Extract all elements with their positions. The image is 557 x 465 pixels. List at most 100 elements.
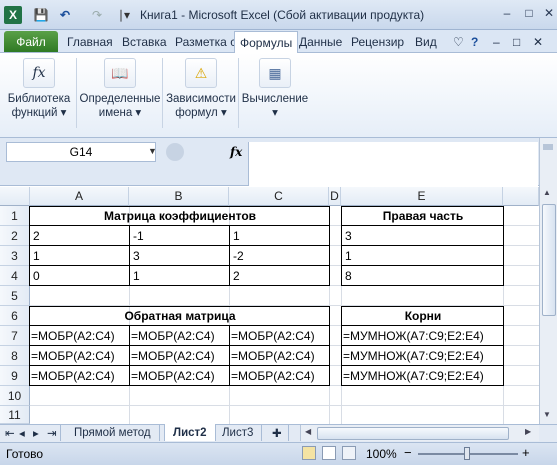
cell-c2[interactable]: 1 <box>230 226 330 246</box>
hscroll-thumb[interactable] <box>317 427 509 440</box>
redo-icon[interactable]: ↷ <box>88 6 106 24</box>
normal-view-icon[interactable] <box>302 446 316 460</box>
row-header[interactable]: 4 <box>0 266 30 286</box>
ribbon-minimize-button[interactable]: – <box>488 31 505 52</box>
cell-c9[interactable]: =МОБР(A2:C4) <box>230 366 330 386</box>
cell-c3[interactable]: -2 <box>230 246 330 266</box>
tab-page-layout[interactable]: Разметка с <box>170 31 241 52</box>
row-header[interactable]: 5 <box>0 286 30 306</box>
row-header[interactable]: 6 <box>0 306 30 326</box>
row-header[interactable]: 10 <box>0 386 30 406</box>
cell-e3[interactable]: 1 <box>342 246 504 266</box>
sheet-nav-next-icon[interactable]: ▸ <box>30 424 42 441</box>
cell-a8[interactable]: =МОБР(A2:C4) <box>30 346 130 366</box>
page-break-view-icon[interactable] <box>342 446 356 460</box>
zoom-slider-thumb[interactable] <box>464 447 470 460</box>
name-box-dropdown-icon[interactable]: ▼ <box>148 146 157 156</box>
tab-insert[interactable]: Вставка <box>117 31 172 52</box>
cell-a3[interactable]: 1 <box>30 246 130 266</box>
tab-review[interactable]: Рецензир <box>346 31 409 52</box>
close-button[interactable]: ✕ <box>538 4 557 22</box>
cell-c8[interactable]: =МОБР(A2:C4) <box>230 346 330 366</box>
maximize-button[interactable]: □ <box>518 4 540 22</box>
cell-a4[interactable]: 0 <box>30 266 130 286</box>
help-icon[interactable]: ? <box>466 31 483 52</box>
excel-logo-icon[interactable]: X <box>4 6 22 24</box>
new-sheet-icon[interactable]: ✚ <box>266 424 289 441</box>
cell-roots-title[interactable]: Корни <box>342 306 504 326</box>
ribbon-restore-button[interactable]: □ <box>508 31 525 52</box>
page-layout-view-icon[interactable] <box>322 446 336 460</box>
scroll-down-icon[interactable]: ▼ <box>543 410 551 419</box>
cell-e9[interactable]: =МУМНОЖ(A7:C9;E2:E4) <box>342 366 504 386</box>
cell-e7[interactable]: =МУМНОЖ(A7:C9;E2:E4) <box>342 326 504 346</box>
cell-b3[interactable]: 3 <box>130 246 230 266</box>
scroll-thumb[interactable] <box>542 204 556 316</box>
save-icon[interactable]: 💾 <box>32 6 50 24</box>
column-header-c[interactable]: C <box>229 187 329 206</box>
sheet-tab-list3[interactable]: Лист3 <box>214 424 263 441</box>
cell-inverse-title[interactable]: Обратная матрица <box>30 306 330 326</box>
select-all-corner[interactable] <box>0 187 30 206</box>
vertical-scrollbar[interactable]: ▲ ▼ <box>539 138 557 424</box>
sheet-tab-list2[interactable]: Лист2 <box>164 424 216 441</box>
minimize-button[interactable]: – <box>496 4 518 22</box>
column-header-a[interactable]: A <box>30 187 129 206</box>
cell-c4[interactable]: 2 <box>230 266 330 286</box>
tab-file[interactable]: Файл <box>4 31 58 52</box>
cell-b4[interactable]: 1 <box>130 266 230 286</box>
row-header[interactable]: 11 <box>0 406 30 424</box>
hscroll-right-icon[interactable]: ▶ <box>525 427 531 436</box>
cell-c7[interactable]: =МОБР(A2:C4) <box>230 326 330 346</box>
hscroll-left-icon[interactable]: ◀ <box>305 427 311 436</box>
formula-auditing-group[interactable]: ⚠ Зависимости формул ▾ <box>164 58 238 120</box>
cell-b8[interactable]: =МОБР(A2:C4) <box>130 346 230 366</box>
column-header-b[interactable]: B <box>129 187 229 206</box>
horizontal-scrollbar[interactable]: ◀ ▶ <box>300 425 539 441</box>
zoom-out-icon[interactable]: − <box>404 445 412 460</box>
customize-qat-icon[interactable]: ∣▾ <box>116 6 132 24</box>
scroll-split-handle[interactable] <box>543 144 553 150</box>
row-header[interactable]: 7 <box>0 326 30 346</box>
tab-formulas[interactable]: Формулы <box>234 31 299 54</box>
column-header-f[interactable] <box>503 187 539 206</box>
tab-view[interactable]: Вид <box>410 31 442 52</box>
zoom-level[interactable]: 100% <box>366 447 397 461</box>
cell-e4[interactable]: 8 <box>342 266 504 286</box>
insert-function-icon[interactable]: fx <box>230 145 242 159</box>
zoom-in-icon[interactable]: + <box>522 445 530 460</box>
tab-home[interactable]: Главная <box>62 31 118 52</box>
cell-b9[interactable]: =МОБР(A2:C4) <box>130 366 230 386</box>
cell-grid[interactable]: Матрица коэффициентов 2 -1 1 1 3 -2 0 1 … <box>29 206 539 424</box>
scroll-up-icon[interactable]: ▲ <box>543 188 551 197</box>
sheet-tab-direct-method[interactable]: Прямой метод <box>66 424 160 441</box>
cell-b2[interactable]: -1 <box>130 226 230 246</box>
row-header[interactable]: 9 <box>0 366 30 386</box>
cell-a2[interactable]: 2 <box>30 226 130 246</box>
cell-e2[interactable]: 3 <box>342 226 504 246</box>
row-header[interactable]: 1 <box>0 206 30 226</box>
cell-coef-title[interactable]: Матрица коэффициентов <box>30 206 330 226</box>
cell-e8[interactable]: =МУМНОЖ(A7:C9;E2:E4) <box>342 346 504 366</box>
formula-handle-icon[interactable] <box>166 143 184 161</box>
column-header-d[interactable]: D <box>329 187 341 206</box>
column-header-e[interactable]: E <box>341 187 503 206</box>
ribbon-close-button[interactable]: ✕ <box>528 31 548 52</box>
calculation-group[interactable]: ▦ Вычисление ▾ <box>240 58 310 120</box>
row-header[interactable]: 2 <box>0 226 30 246</box>
cell-b7[interactable]: =МОБР(A2:C4) <box>130 326 230 346</box>
function-library-group[interactable]: fx Библиотека функций ▾ <box>2 58 76 120</box>
undo-icon[interactable]: ↶ <box>56 6 74 24</box>
defined-names-group[interactable]: 📖 Определенные имена ▾ <box>78 58 162 120</box>
cell-a7[interactable]: =МОБР(A2:C4) <box>30 326 130 346</box>
row-header[interactable]: 3 <box>0 246 30 266</box>
sheet-nav-last-icon[interactable]: ⇥ <box>44 424 61 441</box>
sheet-nav-prev-icon[interactable]: ◂ <box>16 424 28 441</box>
row-header[interactable]: 8 <box>0 346 30 366</box>
calculation-icon: ▦ <box>259 58 291 88</box>
cell-rhs-title[interactable]: Правая часть <box>342 206 504 226</box>
tab-data[interactable]: Данные <box>294 31 347 52</box>
formula-input[interactable] <box>248 142 538 186</box>
cell-a9[interactable]: =МОБР(A2:C4) <box>30 366 130 386</box>
name-box[interactable]: G14 <box>6 142 156 162</box>
